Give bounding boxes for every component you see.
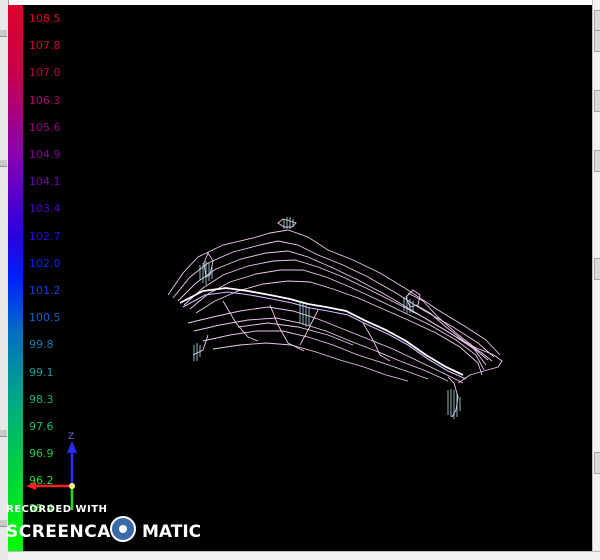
axis-gizmo: Z [26, 432, 77, 510]
edge-marker [0, 520, 7, 527]
right-window-edge [592, 0, 600, 560]
edge-marker [594, 10, 600, 32]
edge-marker [594, 90, 600, 112]
z-axis-label: Z [68, 432, 74, 442]
3d-viewport[interactable]: 108.5 107.8 107.0 106.3 105.6 104.9 104.1 103.4… [8, 5, 600, 552]
z-axis-arrow [67, 441, 77, 453]
edge-marker [594, 30, 600, 52]
axis-origin [69, 483, 75, 489]
vertical-hatching [193, 217, 461, 419]
x-axis-arrow [26, 482, 36, 490]
contour-scene[interactable]: Z [8, 5, 600, 552]
edge-marker [594, 452, 600, 474]
contour-lines [167, 218, 503, 418]
edge-marker [0, 30, 7, 37]
edge-marker [594, 258, 600, 280]
edge-marker [0, 430, 7, 437]
edge-marker [594, 150, 600, 172]
bottom-window-edge [8, 551, 600, 560]
edge-marker [0, 160, 7, 167]
